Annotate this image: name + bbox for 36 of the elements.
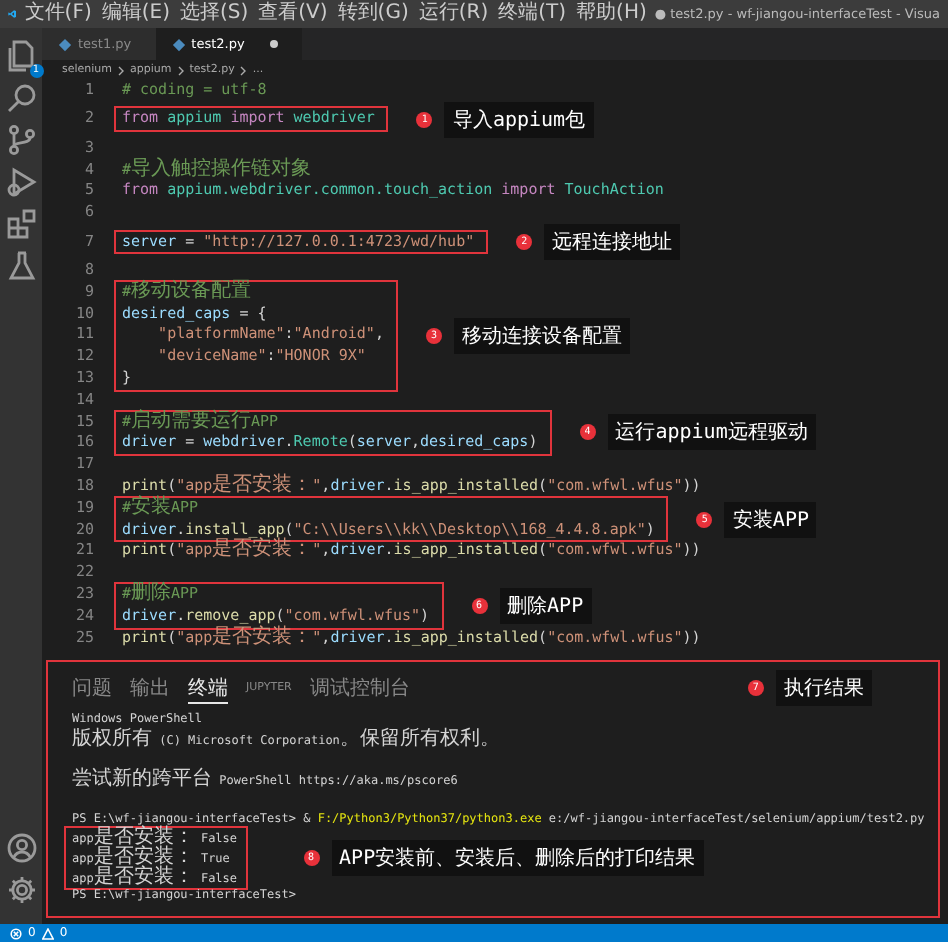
menu-item[interactable]: 编辑(E) <box>99 0 172 28</box>
account-icon[interactable] <box>5 832 37 864</box>
menu-item[interactable]: 查看(V) <box>256 0 330 28</box>
settings-icon[interactable] <box>5 874 37 906</box>
files-icon[interactable] <box>5 40 37 72</box>
menu-item[interactable]: 帮助(H) <box>574 0 649 28</box>
panel-tab[interactable]: 终端 <box>188 673 228 704</box>
menu-item[interactable]: 运行(R) <box>416 0 491 28</box>
panel-tab[interactable]: 调试控制台 <box>309 673 410 704</box>
callout-label: APP安装前、安装后、删除后的打印结果 <box>331 839 704 876</box>
menu-item[interactable]: 转到(G) <box>335 0 411 28</box>
error-icon <box>10 927 22 939</box>
callout-label: 远程连接地址 <box>544 223 681 260</box>
search-icon[interactable] <box>5 82 37 114</box>
callout-label: 执行结果 <box>775 670 872 707</box>
callout-label: 删除APP <box>499 587 592 624</box>
warning-icon <box>41 927 54 939</box>
flask-icon[interactable] <box>5 250 37 282</box>
panel-tab[interactable]: 问题 <box>72 673 112 704</box>
app-logo-icon <box>8 4 17 24</box>
callout-label: 导入appium包 <box>444 101 594 138</box>
callout-label: 运行appium远程驱动 <box>607 414 816 451</box>
callout-label: 移动连接设备配置 <box>453 317 630 354</box>
source-control-icon[interactable] <box>5 124 37 156</box>
python-file-icon <box>58 37 72 51</box>
run-debug-icon[interactable] <box>5 166 37 198</box>
menu-item[interactable]: 文件(F) <box>22 0 94 28</box>
chevron-icon <box>118 65 125 75</box>
menu-item[interactable]: 选择(S) <box>177 0 251 28</box>
panel-tab[interactable]: 输出 <box>130 673 170 704</box>
chevron-icon <box>240 65 247 75</box>
extensions-icon[interactable] <box>5 208 37 240</box>
chevron-icon <box>177 65 184 75</box>
python-file-icon <box>171 37 186 51</box>
callout-label: 安装APP <box>724 501 817 538</box>
menu-item[interactable]: 终端(T) <box>496 0 569 28</box>
